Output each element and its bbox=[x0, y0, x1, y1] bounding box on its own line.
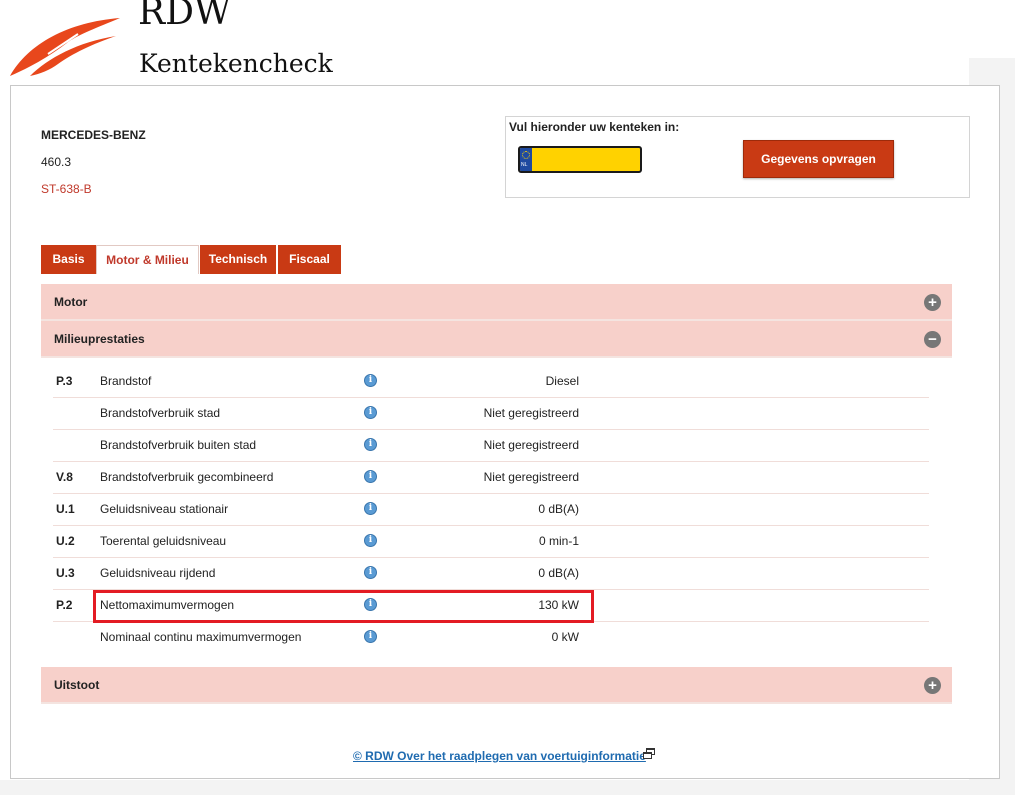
external-window-icon[interactable] bbox=[643, 748, 655, 759]
license-plate-input[interactable] bbox=[534, 148, 638, 171]
row-label: Toerental geluidsniveau bbox=[100, 534, 227, 548]
request-data-button[interactable]: Gegevens opvragen bbox=[743, 140, 894, 178]
row-label: Geluidsniveau stationair bbox=[100, 502, 229, 516]
row-value: Niet geregistreerd bbox=[483, 438, 579, 452]
row-code: U.2 bbox=[56, 534, 75, 548]
license-plate-field[interactable]: NL bbox=[518, 146, 642, 173]
table-row: U.2 Toerental geluidsniveau i 0 min-1 bbox=[53, 526, 929, 558]
tab-fiscaal[interactable]: Fiscaal bbox=[278, 245, 341, 274]
row-code: P.3 bbox=[56, 374, 73, 388]
row-label: Geluidsniveau rijdend bbox=[100, 566, 216, 580]
vehicle-make: MERCEDES-BENZ bbox=[41, 128, 146, 142]
info-icon[interactable]: i bbox=[364, 566, 377, 579]
info-icon[interactable]: i bbox=[364, 438, 377, 451]
row-code: U.1 bbox=[56, 502, 75, 516]
plus-icon[interactable]: + bbox=[924, 677, 941, 694]
info-icon[interactable]: i bbox=[364, 470, 377, 483]
table-row: U.1 Geluidsniveau stationair i 0 dB(A) bbox=[53, 494, 929, 526]
row-label: Brandstofverbruik stad bbox=[100, 406, 221, 420]
row-value: 0 dB(A) bbox=[538, 566, 579, 580]
row-value: 0 dB(A) bbox=[538, 502, 579, 516]
tab-motor-milieu[interactable]: Motor & Milieu bbox=[96, 245, 199, 274]
table-row: Brandstofverbruik buiten stad i Niet ger… bbox=[53, 430, 929, 462]
table-row: Nominaal continu maximumvermogen i 0 kW bbox=[53, 622, 929, 654]
section-milieuprestaties-header[interactable]: Milieuprestaties − bbox=[41, 321, 952, 358]
table-row: V.8 Brandstofverbruik gecombineerd i Nie… bbox=[53, 462, 929, 494]
info-icon[interactable]: i bbox=[364, 502, 377, 515]
about-vehicle-info-link[interactable]: © RDW Over het raadplegen van voertuigin… bbox=[353, 749, 646, 763]
row-value: 0 min-1 bbox=[538, 534, 579, 548]
section-title: Milieuprestaties bbox=[54, 332, 145, 346]
section-uitstoot-header[interactable]: Uitstoot + bbox=[41, 667, 952, 704]
plus-icon[interactable]: + bbox=[924, 294, 941, 311]
section-motor-header[interactable]: Motor + bbox=[41, 284, 952, 321]
row-value: 0 kW bbox=[551, 630, 579, 644]
info-icon[interactable]: i bbox=[364, 534, 377, 547]
tab-basis[interactable]: Basis bbox=[41, 245, 96, 274]
info-icon[interactable]: i bbox=[364, 406, 377, 419]
highlight-box bbox=[93, 590, 594, 623]
row-value: Niet geregistreerd bbox=[483, 406, 579, 420]
page-bottom-background bbox=[0, 780, 1015, 795]
info-icon[interactable]: i bbox=[364, 630, 377, 643]
rdw-logo-icon bbox=[10, 18, 120, 76]
tab-technisch[interactable]: Technisch bbox=[200, 245, 276, 274]
minus-icon[interactable]: − bbox=[924, 331, 941, 348]
row-code: V.8 bbox=[56, 470, 73, 484]
row-label: Brandstofverbruik gecombineerd bbox=[100, 470, 274, 484]
table-row: U.3 Geluidsniveau rijdend i 0 dB(A) bbox=[53, 558, 929, 590]
info-icon[interactable]: i bbox=[364, 374, 377, 387]
row-code: U.3 bbox=[56, 566, 75, 580]
section-title: Motor bbox=[54, 295, 88, 309]
table-row: Brandstofverbruik stad i Niet geregistre… bbox=[53, 398, 929, 430]
page-subtitle: Kentekencheck bbox=[139, 49, 333, 78]
row-value: Niet geregistreerd bbox=[483, 470, 579, 484]
row-value: Diesel bbox=[545, 374, 579, 388]
plate-input-label: Vul hieronder uw kenteken in: bbox=[509, 120, 680, 134]
eu-flag-icon: NL bbox=[520, 148, 532, 171]
row-label: Brandstofverbruik buiten stad bbox=[100, 438, 257, 452]
row-label: Brandstof bbox=[100, 374, 152, 388]
row-label: Nominaal continu maximumvermogen bbox=[100, 630, 302, 644]
brand-title: RDW bbox=[138, 0, 231, 33]
vehicle-plate: ST-638-B bbox=[41, 182, 92, 196]
table-row: P.3 Brandstof i Diesel bbox=[53, 366, 929, 398]
row-code: P.2 bbox=[56, 598, 73, 612]
vehicle-model: 460.3 bbox=[41, 155, 72, 169]
section-title: Uitstoot bbox=[54, 678, 100, 692]
